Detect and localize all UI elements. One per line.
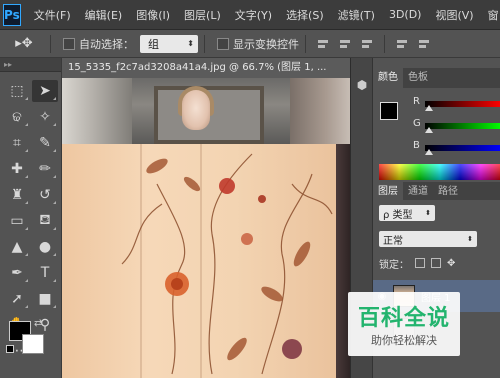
menu-type[interactable]: 文字(Y) xyxy=(228,7,279,23)
magic-wand-tool-icon[interactable]: ✧ xyxy=(32,106,58,128)
paint-bucket-tool-icon[interactable]: ⛾ xyxy=(32,210,58,232)
crop-tool-icon[interactable]: ⌗ xyxy=(4,132,30,154)
menu-filter[interactable]: 滤镜(T) xyxy=(331,7,382,23)
distribute-top-icon[interactable] xyxy=(395,38,409,50)
divider xyxy=(305,34,306,53)
g-label: G xyxy=(413,118,421,129)
show-transform-checkbox[interactable] xyxy=(217,37,229,50)
tools-panel-header: ▸▸ xyxy=(0,58,61,72)
document-title: 15_5335_f2c7ad3208a41a4.jpg @ 66.7% (图层 … xyxy=(68,62,327,73)
eyedropper-tool-icon[interactable]: ✎ xyxy=(32,132,58,154)
auto-select-label: 自动选择： xyxy=(79,37,134,51)
menu-3d[interactable]: 3D(D) xyxy=(382,8,429,21)
brush-tool-icon[interactable]: ✏ xyxy=(32,158,58,180)
tab-color[interactable]: 颜色 xyxy=(373,68,403,88)
menu-image[interactable]: 图像(I) xyxy=(129,7,177,23)
pen-tool-icon[interactable]: ✒ xyxy=(4,262,30,284)
move-tool-icon[interactable]: ➤ xyxy=(32,80,58,102)
divider xyxy=(204,34,205,53)
tab-paths[interactable]: 路径 xyxy=(433,182,463,202)
tab-channels[interactable]: 通道 xyxy=(403,182,433,202)
align-top-icon[interactable] xyxy=(316,38,330,50)
watermark-title: 百科全说 xyxy=(357,306,450,331)
layer-kind-value: ρ 类型 xyxy=(383,209,413,221)
move-tool-preset-icon[interactable]: ▸✥ xyxy=(4,33,44,55)
document-tab-bar: 15_5335_f2c7ad3208a41a4.jpg @ 66.7% (图层 … xyxy=(62,58,350,78)
chevron-down-icon: ⬍ xyxy=(187,39,194,48)
b-knob[interactable] xyxy=(425,149,433,155)
canvas[interactable] xyxy=(62,78,350,378)
auto-select-dropdown[interactable]: 组 ⬍ xyxy=(140,34,198,53)
model-face xyxy=(182,90,210,130)
lock-label: 锁定： xyxy=(379,259,409,271)
floral-pattern xyxy=(121,153,333,375)
history-brush-tool-icon[interactable]: ↺ xyxy=(32,184,58,206)
b-track[interactable] xyxy=(425,145,500,151)
background-color-swatch[interactable] xyxy=(22,334,44,354)
color-spectrum[interactable] xyxy=(379,164,500,180)
lock-position-icon[interactable]: ✥ xyxy=(447,258,455,269)
panel-foreground-swatch[interactable] xyxy=(380,102,398,120)
tab-swatches[interactable]: 色板 xyxy=(403,68,433,88)
menu-file[interactable]: 文件(F) xyxy=(27,7,78,23)
swap-colors-icon[interactable]: ⇄ xyxy=(34,318,42,329)
chevron-down-icon: ⬍ xyxy=(425,209,431,217)
menu-layer[interactable]: 图层(L) xyxy=(177,7,228,23)
b-label: B xyxy=(413,140,420,151)
divider xyxy=(50,34,51,53)
options-bar: ▸✥ 自动选择： 组 ⬍ 显示变换控件 xyxy=(0,30,500,58)
blend-mode-value: 正常 xyxy=(383,235,403,247)
r-track[interactable] xyxy=(425,101,500,107)
menu-edit[interactable]: 编辑(E) xyxy=(78,7,130,23)
photoshop-logo: Ps xyxy=(3,3,21,26)
tab-layers[interactable]: 图层 xyxy=(373,182,403,202)
chevron-down-icon: ⬍ xyxy=(467,235,473,243)
dodge-tool-icon[interactable]: ● xyxy=(32,236,58,258)
blur-tool-icon[interactable]: ▲ xyxy=(4,236,30,258)
document-tab[interactable]: 15_5335_f2c7ad3208a41a4.jpg @ 66.7% (图层 … xyxy=(62,58,350,78)
menu-view[interactable]: 视图(V) xyxy=(428,7,480,23)
menu-select[interactable]: 选择(S) xyxy=(279,7,331,23)
g-slider[interactable]: G xyxy=(413,118,500,133)
clone-stamp-tool-icon[interactable]: ♜ xyxy=(4,184,30,206)
r-slider[interactable]: R xyxy=(413,96,500,111)
menu-window[interactable]: 窗口( xyxy=(481,7,500,23)
type-tool-icon[interactable]: T xyxy=(32,262,58,284)
align-bottom-icon[interactable] xyxy=(360,38,374,50)
lock-pixels-icon[interactable] xyxy=(431,258,441,268)
watermark-subtitle: 助你轻松解决 xyxy=(371,334,437,347)
g-knob[interactable] xyxy=(425,127,433,133)
healing-brush-tool-icon[interactable]: ✚ xyxy=(4,158,30,180)
default-colors-icon[interactable] xyxy=(6,345,14,353)
eraser-tool-icon[interactable]: ▭ xyxy=(4,210,30,232)
watermark: 百科全说 助你轻松解决 xyxy=(348,292,460,356)
path-selection-tool-icon[interactable]: ➚ xyxy=(4,288,30,310)
auto-select-checkbox[interactable] xyxy=(63,37,75,50)
r-knob[interactable] xyxy=(425,105,433,111)
distribute-middle-icon[interactable] xyxy=(417,38,431,50)
rectangle-tool-icon[interactable]: ■ xyxy=(32,288,58,310)
photo-curtain-left xyxy=(62,78,132,144)
lock-transparency-icon[interactable] xyxy=(415,258,425,268)
layer-kind-filter[interactable]: ρ 类型 ⬍ xyxy=(379,205,435,221)
blend-mode-dropdown[interactable]: 正常 ⬍ xyxy=(379,231,477,247)
b-slider[interactable]: B xyxy=(413,140,500,155)
align-middle-icon[interactable] xyxy=(338,38,352,50)
auto-select-value: 组 xyxy=(148,37,159,51)
layers-panel-tabs: 图层 通道 路径 xyxy=(373,182,500,202)
color-panel-tabs: 颜色 色板 xyxy=(373,68,500,88)
marquee-tool-icon[interactable]: ⬚ xyxy=(4,80,30,102)
3d-panel-icon[interactable]: ⬢ xyxy=(355,78,369,92)
lasso-tool-icon[interactable]: ଢ xyxy=(4,106,30,128)
r-label: R xyxy=(413,96,420,107)
divider xyxy=(384,34,385,53)
show-transform-label: 显示变换控件 xyxy=(233,37,299,51)
photo-curtain-right xyxy=(290,78,350,144)
menu-bar: Ps 文件(F) 编辑(E) 图像(I) 图层(L) 文字(Y) 选择(S) 滤… xyxy=(0,0,500,30)
g-track[interactable] xyxy=(425,123,500,129)
